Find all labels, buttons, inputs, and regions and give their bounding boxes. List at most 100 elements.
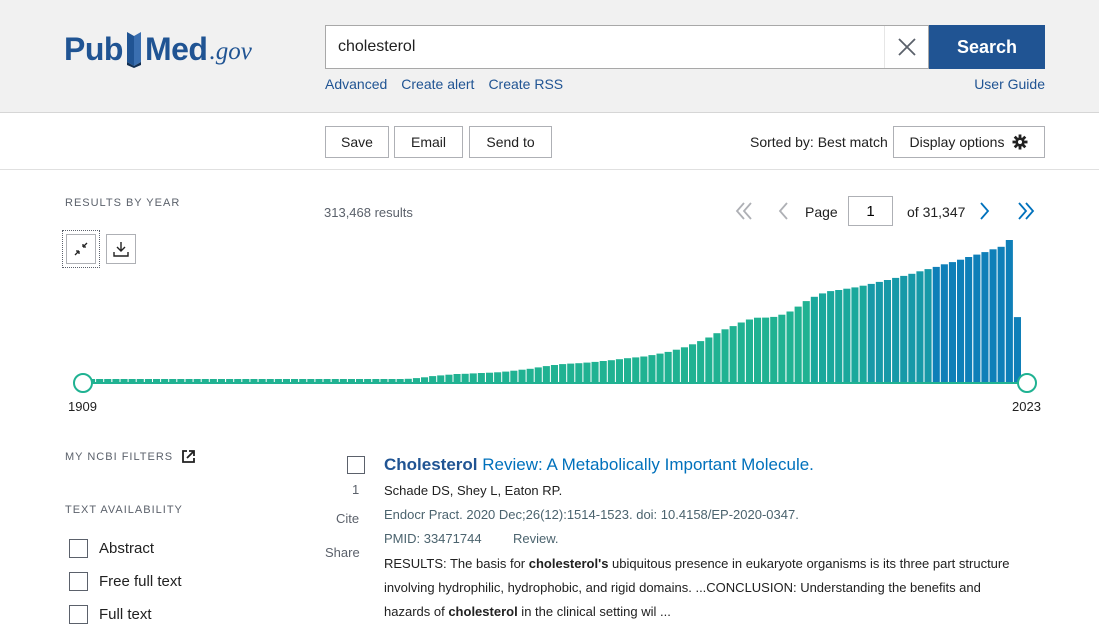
year-bar[interactable] [331,379,339,382]
year-bar[interactable] [567,363,575,382]
year-bar[interactable] [1005,240,1013,382]
year-bar[interactable] [193,379,201,382]
year-bar[interactable] [104,379,112,382]
checkbox[interactable] [69,605,88,624]
year-bar[interactable] [429,376,437,382]
year-bar[interactable] [469,373,477,382]
year-bar[interactable] [770,316,778,382]
year-bar[interactable] [510,370,518,382]
my-ncbi-filters[interactable]: MY NCBI FILTERS [65,450,196,463]
year-bar[interactable] [583,362,591,382]
next-page-icon[interactable] [977,196,993,226]
year-bar[interactable] [721,329,729,382]
create-rss-link[interactable]: Create RSS [488,76,563,92]
year-bar[interactable] [916,271,924,382]
year-bar[interactable] [217,379,225,382]
cite-button[interactable]: Cite [336,511,359,526]
year-bar[interactable] [96,379,104,382]
clear-search-button[interactable] [884,26,928,68]
year-bar[interactable] [932,266,940,382]
year-bar[interactable] [234,379,242,382]
year-bar[interactable] [1013,317,1021,382]
year-bar[interactable] [948,262,956,382]
year-bar[interactable] [648,355,656,382]
year-bar[interactable] [161,379,169,382]
year-bar[interactable] [591,361,599,382]
year-bar[interactable] [737,322,745,383]
year-bar[interactable] [754,317,762,382]
checkbox[interactable] [69,539,88,558]
first-page-icon[interactable] [733,196,755,226]
year-bar[interactable] [550,365,558,382]
year-bar[interactable] [843,288,851,382]
year-bar[interactable] [973,254,981,382]
year-bar[interactable] [177,379,185,382]
year-bar[interactable] [940,264,948,382]
email-button[interactable]: Email [394,126,463,158]
year-bar[interactable] [819,293,827,382]
year-bar[interactable] [624,358,632,382]
year-bar[interactable] [892,277,900,382]
year-bar[interactable] [705,337,713,383]
year-bar[interactable] [827,291,835,382]
year-bar[interactable] [372,379,380,382]
year-bar[interactable] [526,368,534,382]
year-bar[interactable] [201,379,209,382]
previous-page-icon[interactable] [775,196,791,226]
year-bar[interactable] [299,379,307,382]
year-bar[interactable] [542,366,550,382]
year-bar[interactable] [339,379,347,382]
year-bar[interactable] [599,361,607,382]
year-bar[interactable] [412,378,420,382]
year-bar[interactable] [486,372,494,382]
year-bar[interactable] [615,359,623,382]
year-bar[interactable] [461,373,469,382]
year-bar[interactable] [859,285,867,382]
year-bar[interactable] [242,379,250,382]
year-bar[interactable] [120,379,128,382]
pubmed-logo[interactable]: Pub Med .gov [64,24,252,74]
year-bar[interactable] [112,379,120,382]
year-bar[interactable] [989,249,997,382]
year-bar[interactable] [965,257,973,382]
year-bar[interactable] [656,353,664,382]
year-bar[interactable] [697,341,705,382]
display-options-button[interactable]: Display options [893,126,1045,158]
year-bar[interactable] [786,311,794,383]
year-bar[interactable] [307,379,315,382]
year-bar[interactable] [632,357,640,382]
year-bar[interactable] [380,379,388,382]
year-bar[interactable] [981,252,989,382]
year-bar[interactable] [258,379,266,382]
checkbox[interactable] [69,572,88,591]
year-bar[interactable] [518,369,526,382]
year-bar[interactable] [664,351,672,382]
year-bar[interactable] [672,349,680,382]
year-bar[interactable] [421,377,429,382]
result-title-link[interactable]: Cholesterol Review: A Metabolically Impo… [384,455,814,475]
year-bar[interactable] [315,379,323,382]
year-bar[interactable] [388,379,396,382]
year-bar[interactable] [851,287,859,382]
results-by-year-histogram[interactable] [0,232,1099,397]
year-bar[interactable] [445,374,453,382]
year-bar[interactable] [607,360,615,382]
year-bar[interactable] [404,378,412,382]
year-bar[interactable] [762,317,770,382]
filter-abstract[interactable]: Abstract [69,539,154,558]
year-bar[interactable] [883,280,891,382]
year-bar[interactable] [437,375,445,382]
timeline-start-handle[interactable] [73,373,93,393]
year-bar[interactable] [136,379,144,382]
save-button[interactable]: Save [325,126,389,158]
year-bar[interactable] [794,306,802,382]
year-bar[interactable] [494,372,502,382]
user-guide-link[interactable]: User Guide [974,76,1045,92]
share-button[interactable]: Share [325,545,360,560]
filter-free-full-text[interactable]: Free full text [69,572,182,591]
year-bar[interactable] [209,379,217,382]
year-bar[interactable] [640,356,648,383]
advanced-link[interactable]: Advanced [325,76,387,92]
year-bar[interactable] [680,347,688,382]
year-bar[interactable] [169,379,177,382]
